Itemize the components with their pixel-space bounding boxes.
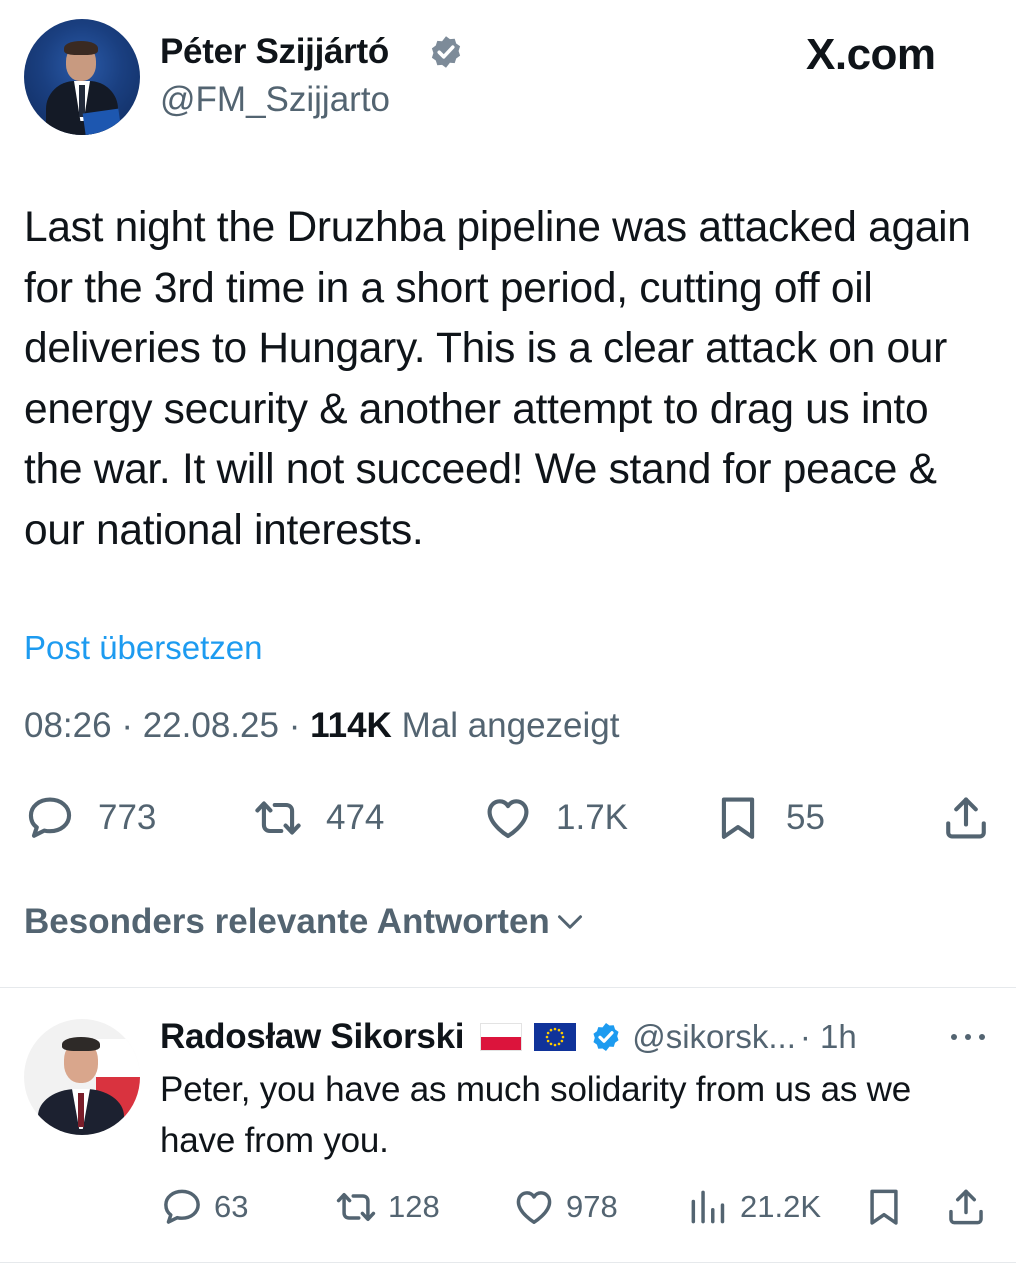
repost-button[interactable]: 474 <box>252 790 384 846</box>
divider <box>0 987 1016 988</box>
verified-badge-icon <box>431 36 461 68</box>
post-date[interactable]: 22.08.25 <box>143 706 279 745</box>
author-handle[interactable]: @FM_Szijjarto <box>160 80 390 120</box>
reply-repost-button[interactable]: 128 <box>334 1184 440 1230</box>
reply-views-button[interactable]: 21.2K <box>686 1184 821 1230</box>
reply-author-name[interactable]: Radosław Sikorski <box>160 1017 465 1057</box>
more-icon[interactable] <box>946 1022 990 1052</box>
translate-post-link[interactable]: Post übersetzen <box>24 629 262 667</box>
bookmark-icon <box>870 1189 898 1225</box>
views-count: 114K <box>310 706 392 745</box>
brand-logo: X.com <box>806 30 936 79</box>
reply-button[interactable]: 773 <box>24 790 156 846</box>
replies-sort-label: Besonders relevante Antworten <box>24 902 550 941</box>
reply-text: Peter, you have as much solidarity from … <box>160 1070 912 1160</box>
like-icon <box>487 799 529 839</box>
post-time[interactable]: 08:26 <box>24 706 112 745</box>
views-icon <box>691 1190 725 1224</box>
share-icon <box>949 1189 983 1225</box>
chevron-down-icon <box>557 915 582 929</box>
author-name[interactable]: Péter Szijjártó <box>160 32 389 72</box>
reply-time[interactable]: · 1h <box>800 1018 857 1056</box>
post-text: Last night the Druzhba pipeline was atta… <box>24 204 971 554</box>
reply-reply-button[interactable]: 63 <box>160 1184 248 1230</box>
views-label: Mal angezeigt <box>401 706 620 745</box>
author-avatar[interactable] <box>24 19 140 135</box>
reply-header: Radosław Sikorski @sikorsk... · 1h <box>160 1014 857 1060</box>
reply-reply-count: 63 <box>214 1189 249 1224</box>
eu-flag-icon <box>534 1023 577 1051</box>
bookmark-count: 55 <box>786 798 825 837</box>
reply-views-count: 21.2K <box>740 1189 822 1224</box>
like-count: 1.7K <box>556 798 628 837</box>
meta-separator: · <box>121 706 133 745</box>
reply-share-button[interactable] <box>944 1184 988 1230</box>
share-button[interactable] <box>940 790 992 846</box>
repost-icon <box>255 801 301 835</box>
post-meta: 08:26 · 22.08.25 · 114K Mal angezeigt <box>24 706 620 746</box>
reply-like-button[interactable]: 978 <box>512 1184 618 1230</box>
poland-flag-icon <box>480 1023 523 1051</box>
reply-like-count: 978 <box>566 1189 618 1224</box>
replies-sort-dropdown[interactable]: Besonders relevante Antworten <box>24 902 588 942</box>
reply-icon <box>164 1189 200 1224</box>
share-icon <box>946 797 986 839</box>
divider <box>0 1262 1016 1263</box>
meta-separator: · <box>288 706 301 745</box>
repost-count: 474 <box>326 798 385 837</box>
verified-badge-icon <box>593 1023 619 1051</box>
reply-author-handle[interactable]: @sikorsk... <box>632 1018 796 1056</box>
bookmark-button[interactable]: 55 <box>712 790 825 846</box>
reply-count: 773 <box>98 798 157 837</box>
reply-icon <box>28 797 72 838</box>
repost-icon <box>336 1192 376 1222</box>
reply-bookmark-button[interactable] <box>862 1184 906 1230</box>
like-button[interactable]: 1.7K <box>482 790 628 846</box>
bookmark-icon <box>721 797 755 839</box>
like-icon <box>516 1191 552 1224</box>
reply-repost-count: 128 <box>388 1189 440 1224</box>
reply-author-avatar[interactable] <box>24 1019 140 1135</box>
